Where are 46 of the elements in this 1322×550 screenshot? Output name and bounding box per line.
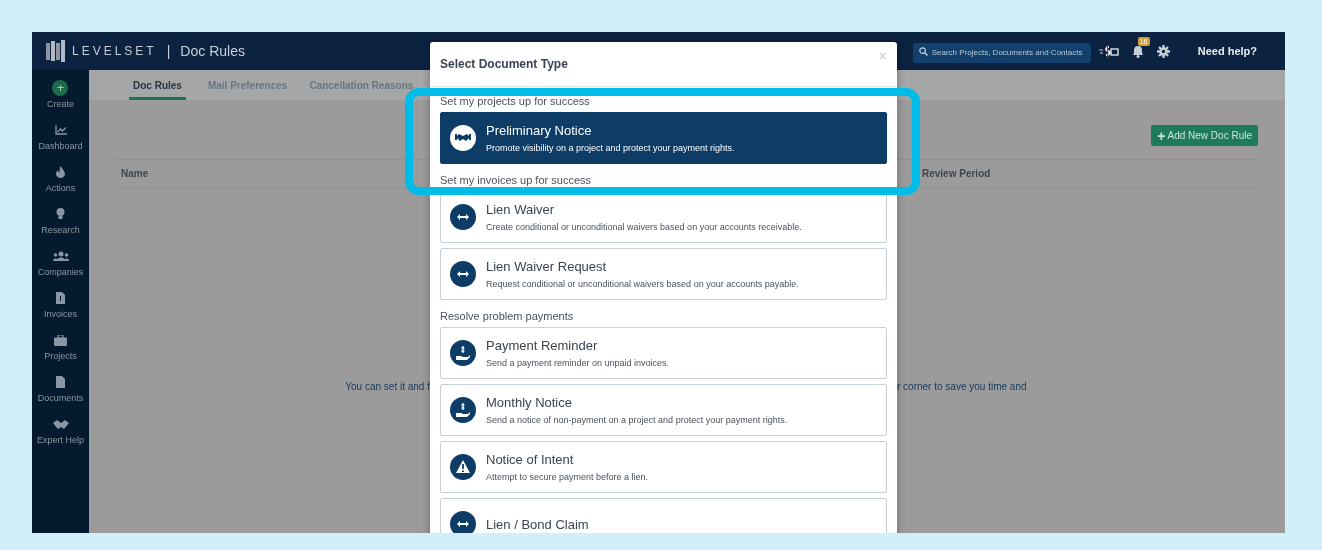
- briefcase-icon: [54, 334, 67, 346]
- sidebar-item[interactable]: Actions: [45, 162, 76, 204]
- section-heading: Resolve problem payments: [440, 310, 575, 324]
- money-mail-icon[interactable]: [1098, 44, 1119, 58]
- section-heading: Set my invoices up for success: [440, 174, 592, 188]
- modal-title: Select Document Type: [440, 57, 568, 71]
- column-header: Review Period: [922, 168, 991, 179]
- logo-icon: [46, 40, 66, 62]
- settings-icon[interactable]: [1156, 44, 1170, 58]
- people-icon: [52, 251, 69, 261]
- brand-name: LEVELSET: [72, 44, 157, 58]
- chart-icon: [54, 125, 67, 135]
- column-header: Name: [121, 168, 150, 179]
- document-type-option[interactable]: Preliminary Notice Promote visibility on a project and protect your payment rights.: [440, 112, 887, 164]
- document-type-option[interactable]: Payment Reminder Send a payment reminder on unpaid invoices.: [440, 327, 887, 379]
- search-field[interactable]: Search Projects, Documents and Contacts: [912, 42, 1091, 63]
- sidebar-item[interactable]: Companies: [37, 246, 84, 288]
- plus-icon: +: [52, 80, 69, 96]
- title-separator: |: [166, 43, 171, 59]
- document-type-option[interactable]: Lien Waiver Request Request conditional or unconditional waivers based on your accounts payable.: [440, 248, 887, 300]
- empty-message: You can set it and f: [344, 381, 430, 392]
- document-type-option[interactable]: Monthly Notice Send a notice of non-payment on a project and protect your payment rights.: [440, 384, 887, 436]
- hand-coin-icon: [450, 397, 476, 423]
- bulb-icon: [56, 208, 65, 220]
- warning-icon: [450, 454, 476, 480]
- invoice-icon: [56, 292, 65, 304]
- empty-message: r corner to save you time and: [897, 381, 1027, 392]
- document-type-option[interactable]: Lien / Bond Claim: [440, 498, 887, 533]
- file-icon: [56, 376, 65, 388]
- bell-icon[interactable]: [1130, 44, 1145, 58]
- flame-icon: [56, 166, 65, 178]
- sidebar-item[interactable]: Research: [41, 204, 80, 246]
- sidebar-item[interactable]: Dashboard: [38, 120, 83, 162]
- page-title: Doc Rules: [180, 43, 245, 59]
- tab[interactable]: Doc Rules: [129, 70, 186, 100]
- sidebar-item[interactable]: Projects: [44, 330, 77, 372]
- section-heading: Set my projects up for success: [440, 95, 591, 109]
- sidebar-item[interactable]: + Create: [47, 78, 74, 120]
- add-doc-rule-button[interactable]: +Add New Doc Rule: [1151, 125, 1258, 146]
- hand-coin-icon: [450, 340, 476, 366]
- document-type-option[interactable]: Notice of Intent Attempt to secure payment before a lien.: [440, 441, 887, 493]
- sidebar-item[interactable]: Documents: [37, 372, 84, 414]
- help-link[interactable]: Need help?: [1197, 45, 1257, 57]
- sidebar-item[interactable]: Expert Help: [37, 414, 84, 456]
- double-arrow-icon: [450, 511, 476, 533]
- sidebar-item[interactable]: Invoices: [44, 288, 77, 330]
